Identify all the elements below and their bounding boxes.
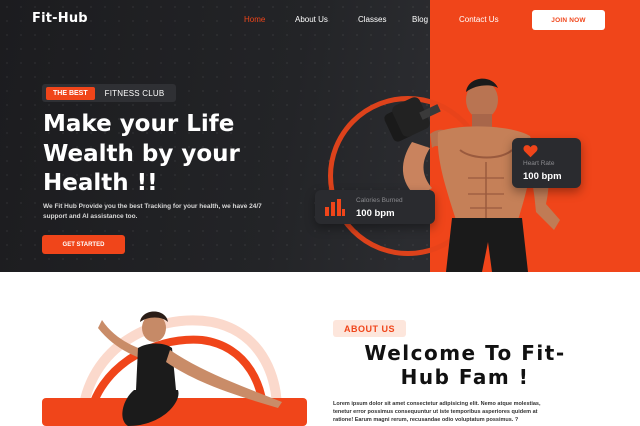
subtitle-line: support and AI assistance too.	[43, 213, 138, 220]
calories-label: Calories Burned	[356, 197, 403, 204]
headline-line: Health !!	[43, 170, 158, 196]
calories-value: 100 bpm	[356, 208, 395, 219]
about-us-badge: ABOUT US	[333, 320, 406, 337]
join-now-button[interactable]: JOIN NOW	[532, 10, 605, 30]
heart-rate-value: 100 bpm	[523, 171, 562, 182]
tag-club: FITNESS CLUB	[104, 88, 165, 98]
heart-rate-card: Heart Rate 100 bpm	[512, 138, 581, 188]
about-body-line: ratione! Earum magni rerum, recusandae o…	[333, 417, 519, 424]
heart-rate-label: Heart Rate	[523, 160, 555, 167]
headline-line: Make your Life	[43, 111, 235, 137]
tag-best: THE BEST	[46, 86, 95, 100]
nav-contact-us[interactable]: Contact Us	[459, 15, 499, 24]
hero-tag: THE BEST FITNESS CLUB	[42, 84, 176, 102]
bar-chart-icon	[325, 199, 345, 216]
nav-classes[interactable]: Classes	[358, 15, 386, 24]
about-image	[42, 311, 307, 426]
about-body-line: Lorem ipsum dolor sit amet consectetur a…	[333, 401, 541, 407]
nav-home[interactable]: Home	[244, 15, 265, 24]
hero-subtitle: We Fit Hub Provide you the best Tracking…	[43, 202, 313, 222]
nav-blog[interactable]: Blog	[412, 15, 428, 24]
calories-card: Calories Burned 100 bpm	[315, 190, 435, 224]
about-body-line: tenetur error possimus consequuntur ut i…	[333, 409, 538, 416]
nav-about-us[interactable]: About Us	[295, 15, 328, 24]
hero-section: Fit-Hub Home About Us Classes Blog Conta…	[0, 0, 640, 272]
heart-icon	[523, 145, 538, 158]
headline-line: Wealth by your	[43, 140, 240, 167]
get-started-button[interactable]: GET STARTED	[42, 235, 125, 254]
about-title-line: Hub Fam !	[400, 365, 530, 389]
about-title: Welcome To Fit- Hub Fam !	[330, 341, 600, 389]
about-body: Lorem ipsum dolor sit amet consectetur a…	[333, 400, 609, 425]
hero-headline: Make your Life Wealth by your Health !!	[43, 110, 323, 199]
about-title-line: Welcome To Fit-	[364, 341, 566, 365]
subtitle-line: We Fit Hub Provide you the best Tracking…	[43, 203, 262, 210]
